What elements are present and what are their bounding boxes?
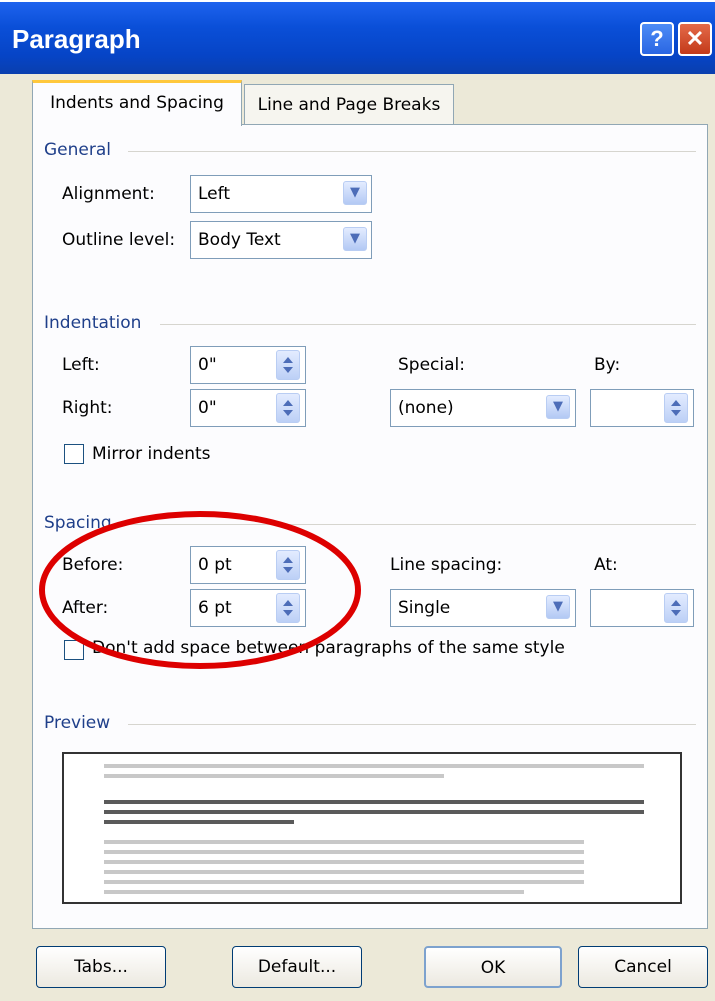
divider [130,524,696,525]
by-label: By: [594,355,621,375]
tabs-button-label: Tabs... [74,957,128,977]
close-icon[interactable]: ✕ [678,22,712,56]
tab-line-and-page-breaks[interactable]: Line and Page Breaks [244,84,454,124]
line-spacing-value: Single [398,598,451,618]
left-indent-value: 0" [198,355,217,375]
cancel-button-label: Cancel [614,957,672,977]
general-heading: General [44,140,111,160]
alignment-value: Left [198,184,230,204]
at-spinner[interactable] [664,593,688,623]
ok-button-label: OK [480,958,506,978]
chevron-down-icon[interactable]: ▼ [343,181,367,205]
by-spinner[interactable] [664,393,688,423]
spacing-before-label: Before: [62,555,124,575]
right-indent-value: 0" [198,398,217,418]
dont-add-space-checkbox[interactable] [64,640,84,660]
tab-label: Line and Page Breaks [257,95,441,115]
spacing-before-spinner[interactable] [276,550,300,580]
spacing-before-value: 0 pt [198,555,232,575]
help-icon[interactable]: ? [640,22,674,56]
spacing-after-value: 6 pt [198,598,232,618]
special-label: Special: [398,355,465,375]
mirror-indents-checkbox[interactable] [64,444,84,464]
chevron-down-icon[interactable]: ▼ [546,395,570,419]
dialog-title: Paragraph [12,24,141,54]
default-button-label: Default... [257,957,337,977]
indentation-heading: Indentation [44,313,142,333]
tabs-button[interactable]: Tabs... [36,946,166,988]
preview-heading: Preview [44,713,111,733]
default-button[interactable]: Default... [232,946,362,988]
divider [160,324,696,325]
special-value: (none) [398,398,454,418]
outline-level-label: Outline level: [62,230,176,250]
ok-button[interactable]: OK [424,946,562,988]
left-indent-spinner[interactable] [276,350,300,380]
alignment-label: Alignment: [62,184,155,204]
tab-label: Indents and Spacing [50,93,224,113]
at-label: At: [594,555,618,575]
spacing-after-spinner[interactable] [276,593,300,623]
divider [128,724,696,725]
chevron-down-icon[interactable]: ▼ [546,595,570,619]
mirror-indents-label: Mirror indents [92,444,211,464]
cancel-button[interactable]: Cancel [578,946,708,988]
line-spacing-label: Line spacing: [390,555,503,575]
divider [128,151,696,152]
dont-add-space-label: Don't add space between paragraphs of th… [92,638,565,658]
left-indent-label: Left: [62,355,100,375]
chevron-down-icon[interactable]: ▼ [343,227,367,251]
preview-pane [62,752,682,904]
tab-indents-and-spacing[interactable]: Indents and Spacing [32,80,242,126]
right-indent-spinner[interactable] [276,393,300,423]
outline-level-value: Body Text [198,230,281,250]
spacing-heading: Spacing [44,513,112,533]
right-indent-label: Right: [62,398,113,418]
spacing-after-label: After: [62,598,109,618]
